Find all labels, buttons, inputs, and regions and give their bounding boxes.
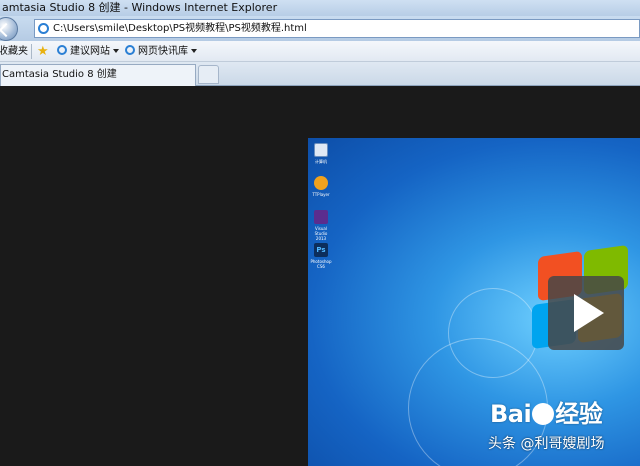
computer-icon [314,143,328,157]
desktop-icon-label: 计算机 [315,159,327,164]
favorite-item-label: 建议网站 [70,46,110,57]
add-favorite-star-icon[interactable]: ★ [37,44,52,59]
desktop-icon-computer: 计算机 [309,143,333,165]
favorites-button[interactable]: 收藏夹 [0,41,28,62]
url-field[interactable]: C:\Users\smile\Desktop\PS视频教程\PS视频教程.htm… [34,19,640,38]
baidu-logo-text: Bai [490,400,532,428]
chevron-down-icon [113,49,119,53]
baidu-paw-icon [532,403,555,425]
favorite-item-label: 网页快讯库 [138,46,188,57]
play-button[interactable] [548,276,624,350]
favorite-item-suggested-sites[interactable]: 建议网站 [57,41,119,62]
window-title: amtasia Studio 8 创建 - Windows Internet E… [0,0,640,16]
desktop-icon-ttplayer: TTPlayer [309,176,333,197]
desktop-icon-label: Photoshop CS6 [310,259,332,269]
ie-page-icon [125,45,135,55]
ie-icon [38,23,49,34]
address-bar: C:\Users\smile\Desktop\PS视频教程\PS视频教程.htm… [0,16,640,41]
player-icon [314,176,328,190]
chevron-down-icon [191,49,197,53]
desktop-icon-visual-studio: Visual Studio 2013 [309,210,333,241]
tab-bar: Camtasia Studio 8 创建 [0,62,640,86]
desktop-icon-photoshop: Ps Photoshop CS6 [309,243,333,269]
favorites-bar: 收藏夹 ★ 建议网站 网页快讯库 [0,41,640,62]
desktop-icon-label: TTPlayer [312,192,330,197]
baidu-jingyan-logo: Bai 经验 [490,394,603,429]
baidu-logo-text2: 经验 [555,400,603,428]
ie-page-icon [57,45,67,55]
url-text: C:\Users\smile\Desktop\PS视频教程\PS视频教程.htm… [53,23,307,34]
watermark-text: 头条 @利哥嫂剧场 [488,436,605,452]
tab-camtasia[interactable]: Camtasia Studio 8 创建 [0,64,196,86]
photoshop-icon: Ps [314,243,328,257]
desktop-icon-label: Visual Studio 2013 [314,226,328,241]
new-tab-button[interactable] [198,65,219,84]
vs-icon [314,210,328,224]
back-button[interactable] [0,17,18,41]
page-content: 计算机 TTPlayer Visual Studio 2013 Ps Photo… [0,86,640,466]
favorite-item-web-slice-gallery[interactable]: 网页快讯库 [125,41,197,62]
favorites-separator [31,44,32,59]
